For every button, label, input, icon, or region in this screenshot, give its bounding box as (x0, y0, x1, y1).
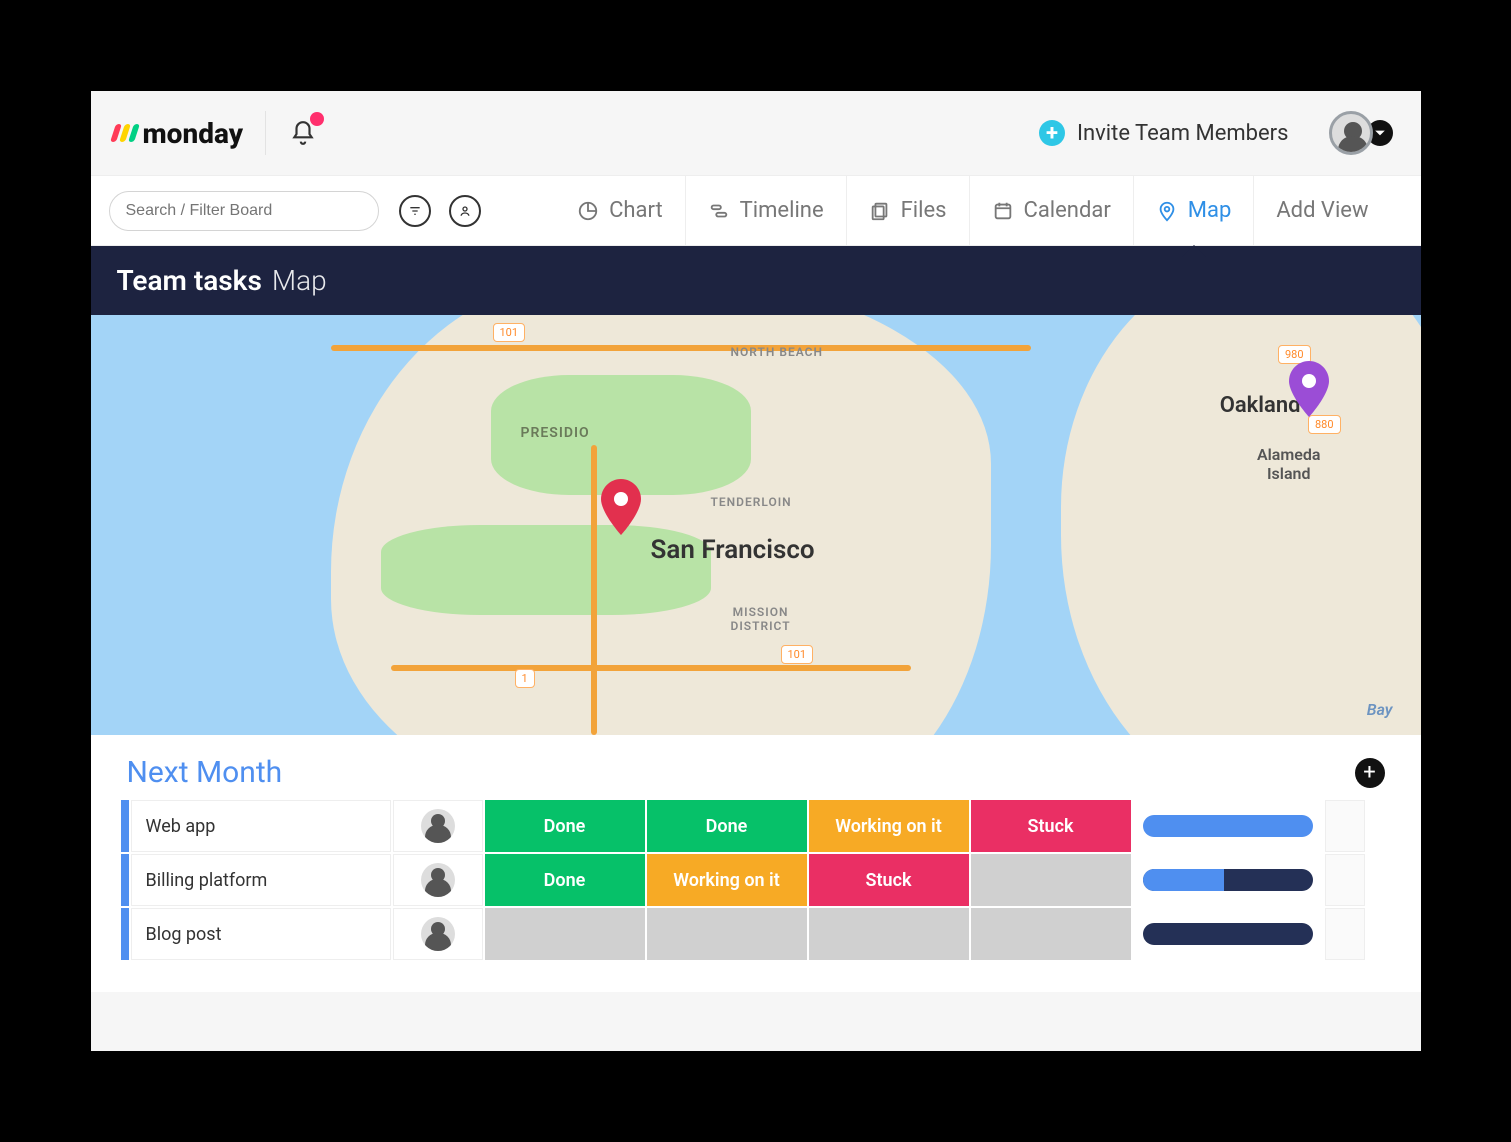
row-tail (1325, 908, 1365, 960)
task-name[interactable]: Blog post (131, 908, 391, 960)
tab-chart[interactable]: Chart (555, 176, 685, 245)
table-row[interactable]: Web appDoneDoneWorking on itStuck (121, 800, 1391, 852)
road-badge: 101 (781, 645, 814, 664)
calendar-icon (992, 200, 1014, 222)
place-label: San Francisco (651, 535, 815, 565)
plus-circle-icon: + (1039, 120, 1065, 146)
row-tail (1325, 854, 1365, 906)
place-label: MISSION DISTRICT (731, 605, 791, 633)
tab-map[interactable]: Map (1133, 176, 1254, 245)
map-pin-icon[interactable] (1289, 361, 1329, 417)
notification-dot-icon (310, 112, 324, 126)
road-badge: 880 (1308, 415, 1341, 434)
app-frame: monday + Invite Team Members (91, 91, 1421, 1051)
map-pin-icon[interactable] (601, 479, 641, 535)
status-cell[interactable] (647, 908, 807, 960)
tab-files[interactable]: Files (846, 176, 969, 245)
notifications-bell-icon[interactable] (288, 118, 318, 148)
add-view-label: Add View (1276, 198, 1368, 223)
status-cell[interactable] (971, 908, 1131, 960)
road-badge: 1 (515, 669, 535, 688)
landmass (1061, 315, 1421, 735)
highway (591, 445, 597, 735)
user-avatar-icon (1329, 111, 1373, 155)
progress-fill (1143, 869, 1225, 891)
status-cell[interactable] (485, 908, 645, 960)
logo[interactable]: monday (113, 117, 244, 150)
assignee-avatar[interactable] (393, 800, 483, 852)
page-title-bar: Team tasks Map (91, 245, 1421, 315)
task-name[interactable]: Web app (131, 800, 391, 852)
timeline-icon (708, 200, 730, 222)
invite-team-button[interactable]: + Invite Team Members (1039, 120, 1288, 146)
progress-cell[interactable] (1133, 854, 1323, 906)
tab-label: Chart (609, 198, 663, 223)
brand-name: monday (143, 117, 244, 150)
assignee-avatar[interactable] (393, 854, 483, 906)
tab-timeline[interactable]: Timeline (685, 176, 846, 245)
row-color-bar (121, 800, 129, 852)
road-badge: 101 (493, 323, 526, 342)
tab-calendar[interactable]: Calendar (969, 176, 1133, 245)
place-label: Bay (1367, 700, 1393, 719)
account-menu[interactable] (1329, 111, 1393, 155)
tab-label: Map (1188, 198, 1232, 223)
add-view-button[interactable]: Add View (1253, 176, 1390, 245)
table-row[interactable]: Billing platform DoneWorking on itStuck (121, 854, 1391, 906)
place-label: NORTH BEACH (731, 345, 824, 359)
views-toolbar: Chart Timeline Files Calendar Map Add Vi… (91, 175, 1421, 245)
place-label: Alameda Island (1257, 445, 1321, 483)
search-input[interactable] (109, 191, 379, 231)
avatar-icon (421, 863, 455, 897)
status-cell[interactable]: Stuck (971, 800, 1131, 852)
map-pin-icon (1156, 200, 1178, 222)
map-canvas[interactable]: San Francisco Oakland PRESIDIO NORTH BEA… (91, 315, 1421, 735)
invite-label: Invite Team Members (1077, 121, 1288, 146)
logo-mark-icon (113, 124, 137, 142)
avatar-icon (421, 917, 455, 951)
progress-cell[interactable] (1133, 908, 1323, 960)
status-cell[interactable]: Working on it (809, 800, 969, 852)
assignee-avatar[interactable] (393, 908, 483, 960)
tab-label: Calendar (1024, 198, 1111, 223)
tab-label: Files (901, 198, 947, 223)
tab-label: Timeline (740, 198, 824, 223)
highway (331, 345, 1031, 351)
progress-bar (1143, 815, 1313, 837)
add-item-button[interactable]: + (1355, 758, 1385, 788)
files-icon (869, 200, 891, 222)
progress-cell[interactable] (1133, 800, 1323, 852)
status-cell[interactable]: Done (485, 800, 645, 852)
status-cell[interactable]: Stuck (809, 854, 969, 906)
table-row[interactable]: Blog post (121, 908, 1391, 960)
divider (265, 111, 266, 155)
row-color-bar (121, 854, 129, 906)
filter-icon[interactable] (399, 195, 431, 227)
group-next-month: Next Month + Web appDoneDoneWorking on i… (91, 735, 1421, 992)
task-name[interactable]: Billing platform (131, 854, 391, 906)
status-cell[interactable] (971, 854, 1131, 906)
row-tail (1325, 800, 1365, 852)
pie-chart-icon (577, 200, 599, 222)
progress-bar (1143, 869, 1313, 891)
progress-fill (1143, 815, 1313, 837)
progress-bar (1143, 923, 1313, 945)
avatar-icon (421, 809, 455, 843)
topbar: monday + Invite Team Members (91, 91, 1421, 175)
group-title[interactable]: Next Month (127, 755, 283, 790)
status-cell[interactable] (809, 908, 969, 960)
person-filter-icon[interactable] (449, 195, 481, 227)
status-cell[interactable]: Done (485, 854, 645, 906)
place-label: TENDERLOIN (711, 495, 792, 509)
board-name: Team tasks (117, 264, 262, 297)
view-name: Map (272, 264, 327, 297)
row-color-bar (121, 908, 129, 960)
status-cell[interactable]: Done (647, 800, 807, 852)
place-label: PRESIDIO (521, 425, 590, 441)
status-cell[interactable]: Working on it (647, 854, 807, 906)
highway (391, 665, 911, 671)
view-tabs: Chart Timeline Files Calendar Map Add Vi… (555, 176, 1390, 245)
